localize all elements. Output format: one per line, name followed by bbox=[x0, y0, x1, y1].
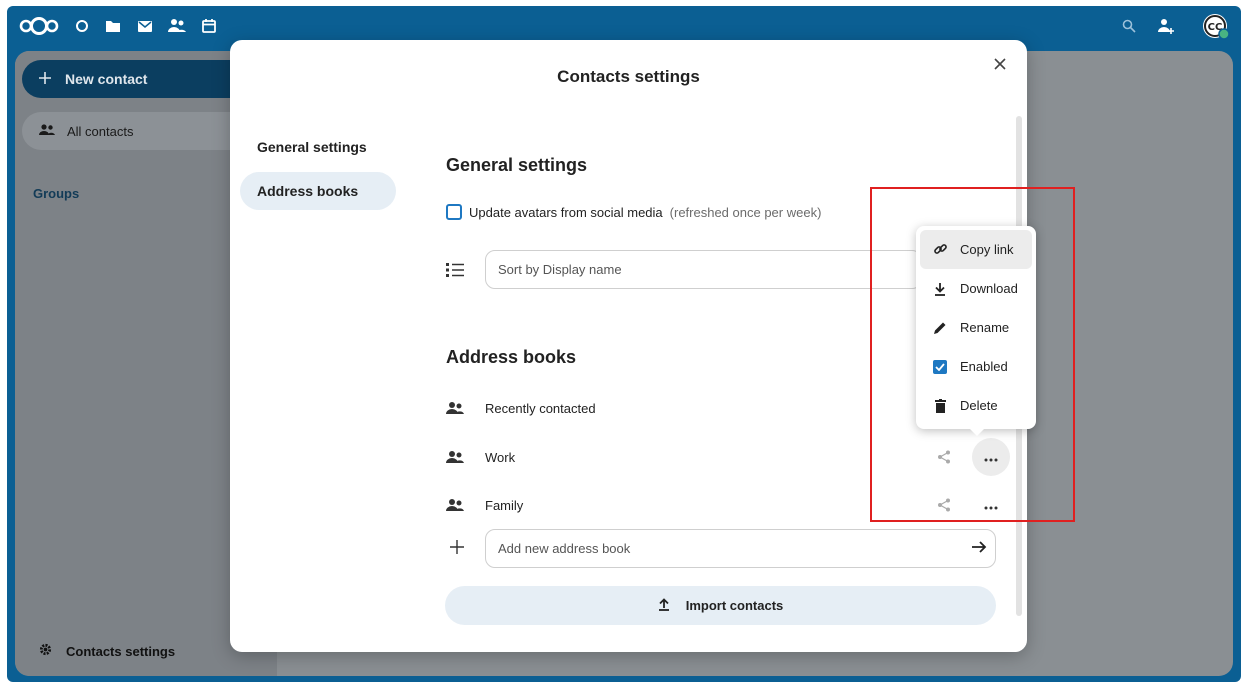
gear-icon bbox=[39, 643, 52, 659]
contacts-app-icon[interactable] bbox=[167, 16, 187, 36]
add-address-book-row: Add new address book bbox=[446, 529, 996, 568]
address-book-label: Recently contacted bbox=[485, 400, 596, 416]
plus-icon bbox=[39, 71, 51, 87]
user-avatar[interactable]: CC bbox=[1201, 12, 1231, 42]
arrow-right-icon[interactable] bbox=[971, 540, 987, 557]
all-contacts-label: All contacts bbox=[67, 123, 134, 139]
nextcloud-logo-icon[interactable] bbox=[19, 16, 59, 36]
avatar-update-label: Update avatars from social media bbox=[469, 204, 663, 220]
files-icon[interactable] bbox=[104, 16, 122, 36]
dialog-title: Contacts settings bbox=[557, 67, 700, 86]
import-contacts-label: Import contacts bbox=[685, 598, 784, 613]
avatar-update-hint: (refreshed once per week) bbox=[669, 204, 822, 220]
dialog-nav-general-settings[interactable]: General settings bbox=[240, 128, 396, 166]
address-book-label: Family bbox=[485, 497, 524, 513]
dialog-nav-address-books[interactable]: Address books bbox=[240, 172, 396, 210]
address-book-label: Work bbox=[485, 449, 516, 465]
sort-order-select[interactable]: Sort by Display name bbox=[485, 250, 922, 289]
groups-caption: Groups bbox=[33, 186, 80, 201]
close-button[interactable] bbox=[985, 50, 1015, 80]
annotation-highlight-box bbox=[870, 187, 1075, 522]
address-books-heading: Address books bbox=[446, 347, 577, 367]
contacts-settings-label: Contacts settings bbox=[66, 643, 176, 659]
add-address-book-input[interactable]: Add new address book bbox=[485, 529, 996, 568]
people-icon bbox=[446, 498, 468, 512]
contacts-menu-icon[interactable] bbox=[1156, 16, 1176, 36]
avatar-update-checkbox[interactable] bbox=[446, 204, 462, 220]
new-contact-label: New contact bbox=[65, 71, 148, 87]
people-icon bbox=[39, 123, 55, 139]
dashboard-icon[interactable] bbox=[73, 16, 91, 36]
search-icon[interactable] bbox=[1119, 16, 1139, 36]
add-address-book-placeholder: Add new address book bbox=[498, 541, 631, 556]
plus-icon bbox=[446, 537, 468, 560]
general-settings-heading: General settings bbox=[446, 155, 588, 175]
import-contacts-button[interactable]: Import contacts bbox=[445, 586, 996, 625]
avatar-update-option[interactable]: Update avatars from social media (refres… bbox=[446, 204, 821, 220]
calendar-icon[interactable] bbox=[200, 16, 218, 36]
people-icon bbox=[446, 401, 468, 415]
sort-setting: Sort by Display name bbox=[446, 250, 922, 289]
sort-list-icon bbox=[446, 260, 468, 280]
upload-icon bbox=[658, 597, 670, 614]
mail-icon[interactable] bbox=[136, 16, 154, 36]
close-icon bbox=[994, 57, 1006, 73]
people-icon bbox=[446, 450, 468, 464]
